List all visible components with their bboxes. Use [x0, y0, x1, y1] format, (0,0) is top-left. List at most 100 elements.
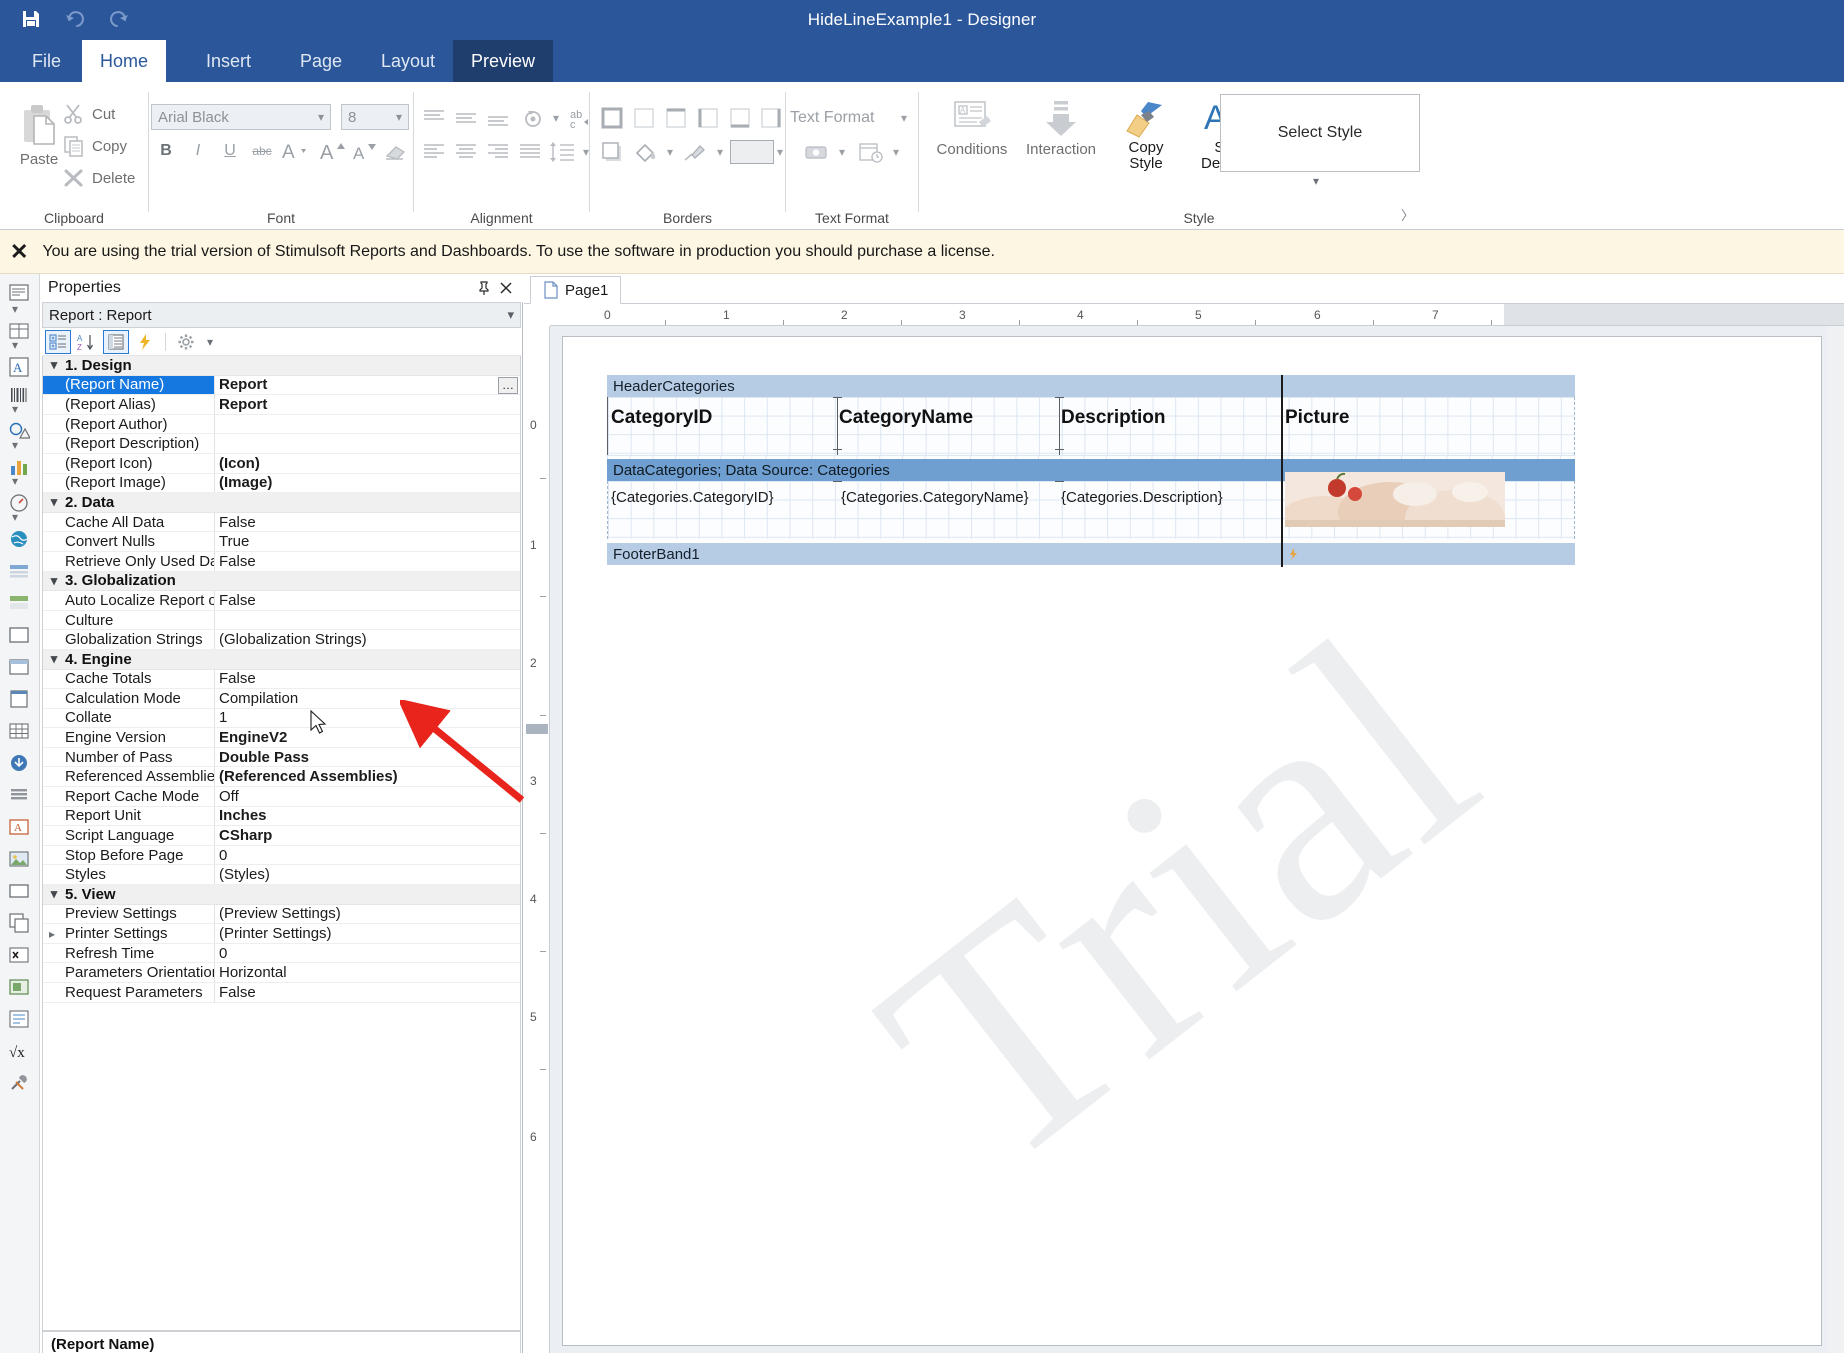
property-row-report-name[interactable]: (Report Name) Report … [43, 375, 520, 396]
property-group-data[interactable]: ▾ 2. Data [43, 493, 520, 513]
tab-home[interactable]: Home [82, 40, 167, 82]
date-format-dropdown[interactable]: ▾ [888, 142, 904, 162]
property-value[interactable]: Double Pass [215, 748, 520, 767]
border-left-button[interactable] [692, 104, 724, 132]
text-rotation-button[interactable] [516, 104, 550, 132]
image-icon[interactable] [4, 844, 34, 874]
canvas-vertical-scrollbar[interactable] [1828, 326, 1844, 1353]
data-cell-picture-image[interactable] [1285, 472, 1505, 527]
rectangle-icon[interactable] [4, 876, 34, 906]
property-row-report-cache-mode[interactable]: Report Cache Mode Off [43, 787, 520, 807]
tab-layout[interactable]: Layout [363, 40, 453, 82]
property-value[interactable]: 0 [215, 944, 520, 963]
border-color-dropdown[interactable]: ▾ [712, 142, 728, 162]
subreport-icon[interactable] [4, 972, 34, 1002]
property-row-styles[interactable]: Styles (Styles) [43, 865, 520, 886]
text-component-icon[interactable] [4, 278, 34, 308]
border-none-button[interactable] [628, 104, 660, 132]
fill-color-dropdown[interactable]: ▾ [662, 142, 678, 162]
close-icon[interactable]: ✕ [10, 240, 28, 263]
textbox-icon[interactable]: A [4, 812, 34, 842]
report-page[interactable]: Trial HeaderCategories CategoryID Catego… [562, 336, 1822, 1346]
font-size-combo[interactable]: 8 ▾ [341, 104, 409, 130]
clone-icon[interactable] [4, 908, 34, 938]
border-top-button[interactable] [660, 104, 692, 132]
text-rotation-dropdown[interactable]: ▾ [548, 108, 564, 128]
gauge-icon[interactable] [4, 488, 34, 518]
gear-dropdown-chevron-down-icon[interactable]: ▾ [202, 330, 218, 354]
data-cell-categoryid[interactable]: {Categories.CategoryID} [611, 489, 774, 506]
property-value[interactable]: (Styles) [215, 865, 520, 884]
property-value[interactable] [215, 611, 520, 630]
page-tab-page1[interactable]: Page1 [530, 276, 622, 304]
tab-preview[interactable]: Preview [453, 40, 554, 82]
header-cell-picture[interactable]: Picture [1285, 407, 1349, 429]
property-value[interactable] [215, 415, 520, 434]
property-row-preview-settings[interactable]: Preview Settings (Preview Settings) [43, 904, 520, 925]
chevron-down-icon[interactable]: ▾ [12, 510, 18, 524]
property-row-engine-version[interactable]: Engine Version EngineV2 [43, 728, 520, 748]
band-header-categories[interactable]: HeaderCategories [607, 375, 1575, 397]
cross-tab-icon[interactable] [4, 940, 34, 970]
font-color-button[interactable]: A [279, 138, 315, 164]
page-header-icon[interactable] [4, 652, 34, 682]
select-style-box[interactable]: Select Style [1220, 94, 1420, 172]
band-footer1[interactable]: FooterBand1 [607, 543, 1575, 565]
shrink-font-button[interactable]: A [349, 138, 381, 164]
property-value[interactable]: False [215, 552, 520, 571]
align-middle-button[interactable] [450, 104, 482, 132]
text-in-cells-icon[interactable] [4, 316, 34, 346]
chevron-down-icon[interactable]: ▾ [43, 651, 65, 667]
property-value[interactable]: Off [215, 787, 520, 806]
underline-button[interactable]: U [217, 138, 243, 164]
bold-button[interactable]: B [153, 138, 179, 164]
header-band-icon[interactable] [4, 588, 34, 618]
strikeout-button[interactable]: abc [249, 140, 275, 162]
align-left-button[interactable] [418, 138, 450, 166]
events-button[interactable] [132, 330, 158, 354]
property-row-refresh-time[interactable]: Refresh Time 0 [43, 943, 520, 964]
property-row-cache-totals[interactable]: Cache Totals False [43, 669, 520, 690]
property-row-collate[interactable]: Collate 1 [43, 708, 520, 729]
property-row-report-image[interactable]: (Report Image) (Image) [43, 473, 520, 494]
chevron-down-icon[interactable]: ▾ [43, 886, 65, 902]
property-pages-button[interactable] [103, 329, 129, 354]
page-icon[interactable] [4, 684, 34, 714]
chevron-down-icon[interactable]: ▾ [12, 402, 18, 416]
property-row-report-alias[interactable]: (Report Alias) Report [43, 395, 520, 415]
chart-icon[interactable] [4, 452, 34, 482]
property-row-calculation-mode[interactable]: Calculation Mode Compilation [43, 689, 520, 709]
property-value[interactable]: True [215, 532, 520, 551]
property-value[interactable]: (Globalization Strings) [215, 630, 520, 649]
barcode-icon[interactable] [4, 380, 34, 410]
property-row-report-unit[interactable]: Report Unit Inches [43, 806, 520, 827]
border-shadow-button[interactable] [596, 138, 628, 166]
delete-button[interactable]: Delete [62, 166, 135, 190]
align-top-button[interactable] [418, 104, 450, 132]
property-row-number-of-pass[interactable]: Number of Pass Double Pass [43, 747, 520, 768]
property-row-referenced-assemblies[interactable]: Referenced Assemblies (Referenced Assemb… [43, 767, 520, 788]
horizontal-ruler[interactable]: 0 1 2 3 4 5 6 7 [550, 304, 1844, 326]
date-format-button[interactable] [854, 138, 888, 166]
property-row-printer-settings[interactable]: ▸ Printer Settings (Printer Settings) [43, 924, 520, 944]
property-row-report-description[interactable]: (Report Description) [43, 434, 520, 454]
align-bottom-button[interactable] [482, 104, 514, 132]
rich-text-icon[interactable]: A [4, 352, 34, 382]
tab-page[interactable]: Page [282, 40, 360, 82]
tools-icon[interactable] [4, 1068, 34, 1098]
property-value[interactable]: EngineV2 [215, 728, 520, 747]
select-style-chevron-down-icon[interactable]: ▾ [1313, 174, 1319, 188]
property-value[interactable]: (Preview Settings) [215, 905, 520, 924]
currency-format-button[interactable] [800, 138, 834, 166]
currency-dropdown[interactable]: ▾ [834, 142, 850, 162]
property-value[interactable]: Inches [215, 807, 520, 826]
chevron-down-icon[interactable]: ▾ [43, 357, 65, 373]
clear-formatting-button[interactable] [381, 138, 411, 164]
report-canvas[interactable]: Trial HeaderCategories CategoryID Catego… [550, 326, 1844, 1353]
align-center-button[interactable] [450, 138, 482, 166]
chevron-down-icon[interactable]: ▾ [12, 302, 18, 316]
border-right-button[interactable] [756, 104, 786, 132]
header-cell-categoryid[interactable]: CategoryID [611, 407, 712, 429]
chevron-down-icon[interactable]: ▾ [43, 573, 65, 589]
property-row-cache-all-data[interactable]: Cache All Data False [43, 512, 520, 533]
